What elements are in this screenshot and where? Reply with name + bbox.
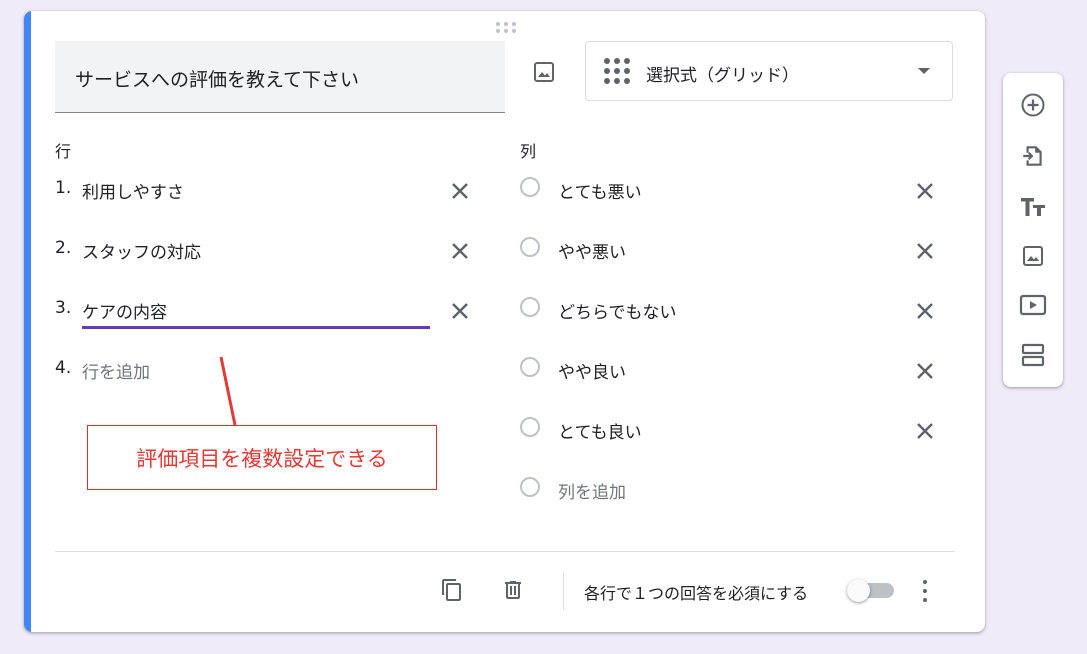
duplicate-button[interactable] — [438, 576, 466, 604]
image-icon — [1023, 246, 1043, 266]
required-toggle-thumb[interactable] — [847, 579, 870, 602]
more-options-button[interactable] — [913, 577, 937, 605]
remove-column-button[interactable] — [912, 358, 938, 384]
column-item[interactable]: どちらでもない — [520, 290, 950, 330]
columns-heading: 列 — [520, 142, 537, 161]
drag-handle-icon[interactable] — [494, 21, 518, 35]
remove-column-button[interactable] — [912, 418, 938, 444]
add-column-item[interactable]: 列を追加 — [520, 470, 950, 510]
radio-icon — [520, 357, 540, 377]
close-icon — [452, 303, 468, 319]
radio-icon — [520, 177, 540, 197]
close-icon — [917, 423, 933, 439]
question-type-label: 選択式（グリッド） — [646, 66, 799, 86]
radio-icon — [520, 417, 540, 437]
column-text[interactable]: とても悪い — [558, 178, 642, 203]
side-toolbar — [1003, 73, 1063, 387]
section-icon — [1021, 343, 1045, 367]
radio-icon — [520, 237, 540, 257]
close-icon — [917, 303, 933, 319]
import-questions-button[interactable] — [1018, 141, 1048, 171]
video-icon — [1019, 294, 1047, 316]
close-icon — [917, 363, 933, 379]
footer-vertical-divider — [563, 572, 564, 610]
column-text[interactable]: やや良い — [558, 358, 626, 383]
trash-icon — [505, 581, 521, 599]
radio-icon — [520, 297, 540, 317]
add-section-button[interactable] — [1018, 340, 1048, 370]
import-icon — [1023, 146, 1042, 166]
close-icon — [452, 183, 468, 199]
required-label: 各行で１つの回答を必須にする — [584, 584, 809, 603]
question-card[interactable]: サービスへの評価を教えて下さい 選択式（グリッド） 行 1. 利用しやすさ 2.… — [24, 11, 985, 632]
column-text[interactable]: どちらでもない — [558, 298, 677, 323]
add-question-button[interactable] — [1018, 90, 1048, 120]
close-icon — [452, 243, 468, 259]
column-text[interactable]: とても良い — [558, 418, 642, 443]
question-type-select[interactable]: 選択式（グリッド） — [585, 41, 953, 101]
remove-row-button[interactable] — [447, 178, 473, 204]
remove-column-button[interactable] — [912, 298, 938, 324]
remove-column-button[interactable] — [912, 238, 938, 264]
remove-row-button[interactable] — [447, 238, 473, 264]
caret-down-icon — [918, 68, 930, 74]
add-video-button[interactable] — [1018, 290, 1048, 320]
add-title-button[interactable] — [1018, 192, 1048, 222]
close-icon — [917, 183, 933, 199]
add-image-button[interactable] — [529, 57, 559, 87]
copy-icon — [442, 579, 461, 601]
annotation-callout: 評価項目を複数設定できる — [87, 425, 437, 490]
column-item[interactable]: やや悪い — [520, 230, 950, 270]
add-circle-icon — [1021, 93, 1045, 117]
annotation-arrow — [219, 356, 237, 426]
remove-row-button[interactable] — [447, 298, 473, 324]
column-item[interactable]: やや良い — [520, 350, 950, 390]
column-item[interactable]: とても悪い — [520, 170, 950, 210]
footer-divider — [55, 551, 955, 552]
close-icon — [917, 243, 933, 259]
title-icon — [1021, 198, 1045, 216]
remove-column-button[interactable] — [912, 178, 938, 204]
grid-icon — [602, 56, 632, 86]
column-text[interactable]: やや悪い — [558, 238, 626, 263]
image-icon — [534, 62, 554, 82]
column-item[interactable]: とても良い — [520, 410, 950, 450]
annotation-text: 評価項目を複数設定できる — [136, 446, 388, 471]
delete-button[interactable] — [499, 576, 527, 604]
add-image-tool-button[interactable] — [1018, 241, 1048, 271]
radio-icon — [520, 477, 540, 497]
add-column-input[interactable]: 列を追加 — [558, 478, 626, 503]
